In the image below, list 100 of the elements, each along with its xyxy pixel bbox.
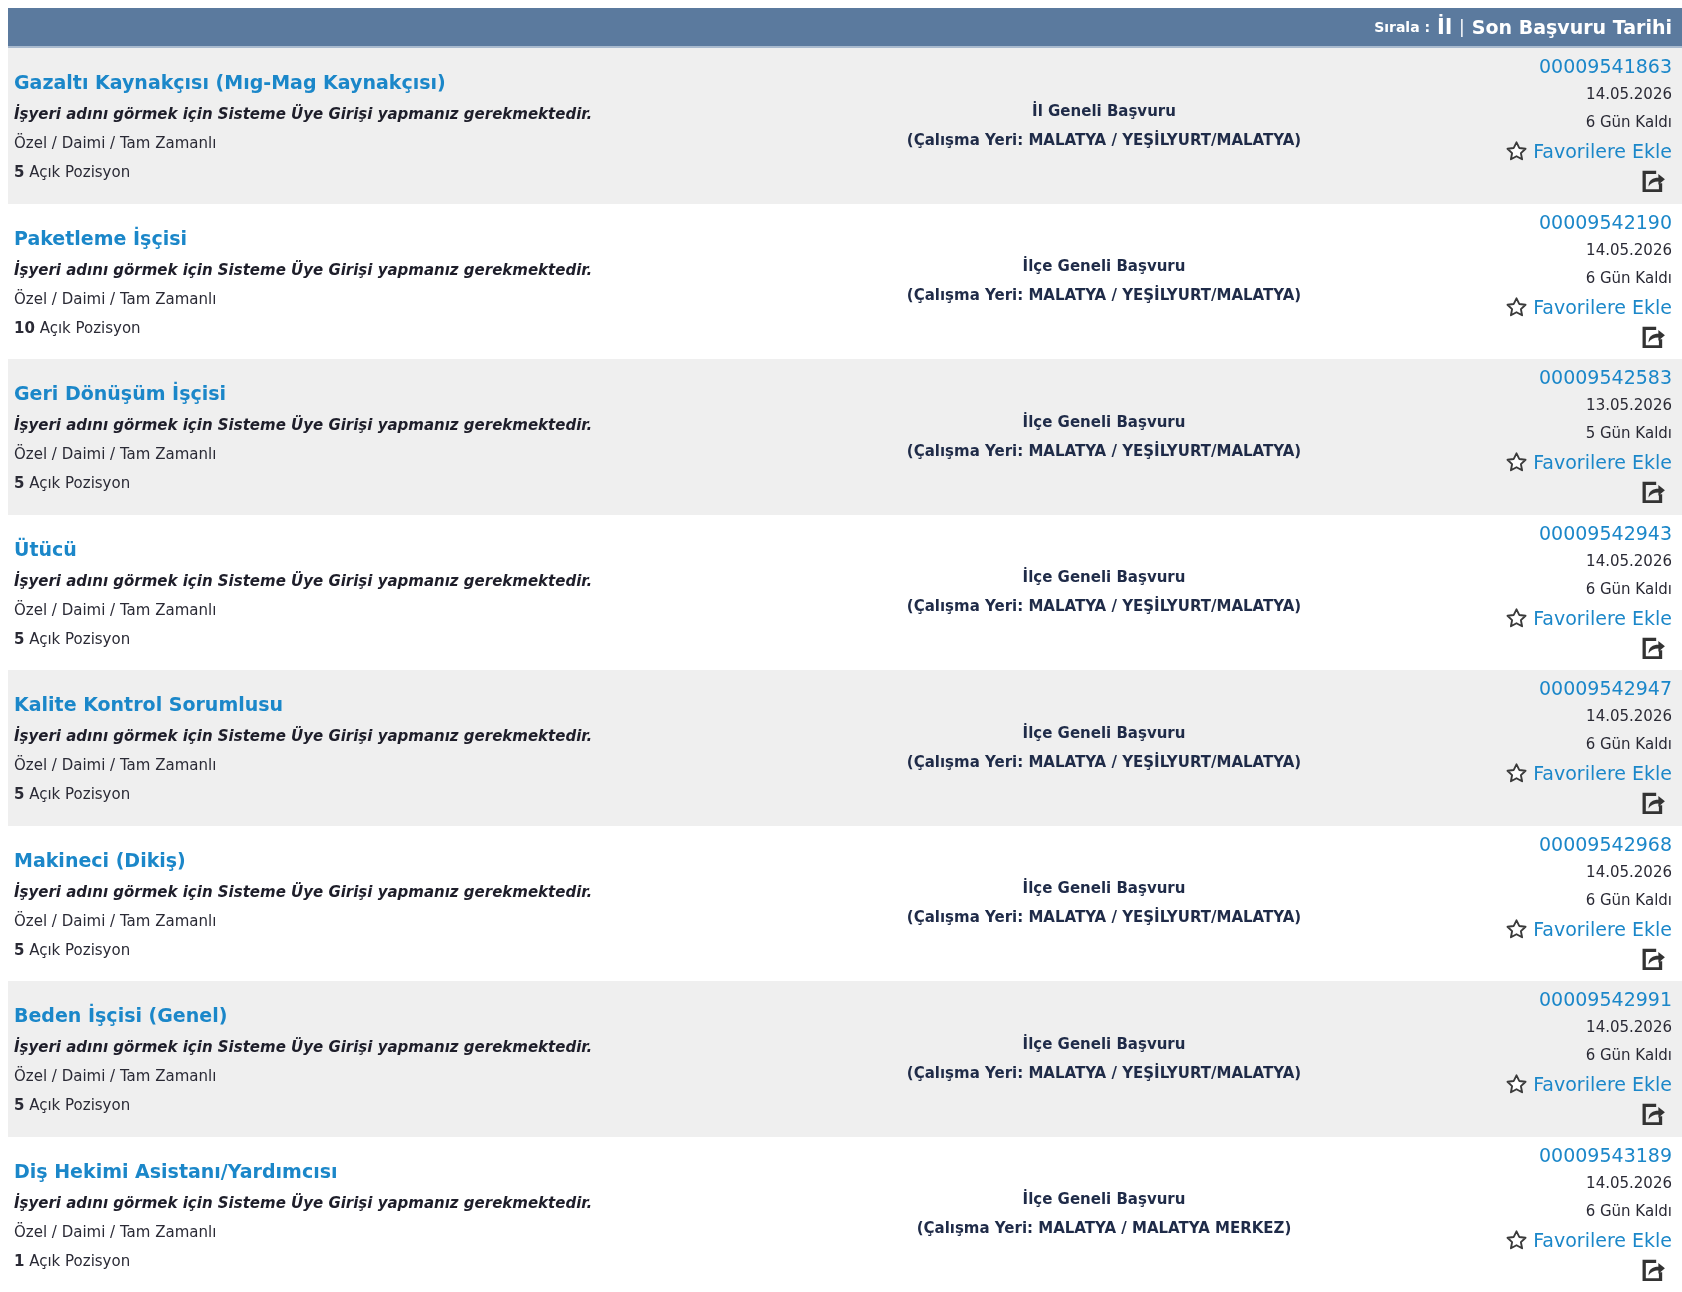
open-positions: 5 Açık Pozisyon: [14, 784, 131, 805]
job-title-link[interactable]: Beden İşçisi (Genel): [14, 997, 228, 1033]
open-positions: 5 Açık Pozisyon: [14, 628, 131, 650]
add-favorite-link[interactable]: Favorilere Ekle: [1533, 606, 1672, 629]
star-outline-icon[interactable]: [1506, 763, 1528, 783]
days-left: 5 Gün Kaldı: [1585, 423, 1672, 444]
job-title-link[interactable]: Kalite Kontrol Sorumlusu: [14, 686, 284, 722]
listing-number-link[interactable]: 00009542991: [1539, 985, 1672, 1013]
application-scope: İl Geneli Başvuru: [1032, 100, 1176, 122]
share-icon[interactable]: [1642, 481, 1666, 503]
application-scope: İlçe Geneli Başvuru: [1022, 1033, 1186, 1055]
deadline-date: 14.05.2026: [1586, 239, 1672, 261]
sort-label: Sırala :: [1374, 19, 1431, 35]
application-scope: İlçe Geneli Başvuru: [1022, 411, 1186, 433]
login-notice: İşyeri adını görmek için Sisteme Üye Girişi yapmanız gerekmektedir.: [14, 725, 593, 747]
deadline-date: 14.05.2026: [1586, 1017, 1672, 1038]
star-outline-icon[interactable]: [1506, 1229, 1528, 1250]
add-favorite-link[interactable]: Favorilere Ekle: [1533, 140, 1672, 162]
open-positions: 1 Açık Pozisyon: [14, 1250, 131, 1272]
workplace-text: (Çalışma Yeri: MALATYA / MALATYA MERKEZ): [916, 1218, 1292, 1240]
open-positions: 10 Açık Pozisyon: [14, 317, 141, 339]
days-left: 6 Gün Kaldı: [1585, 1200, 1672, 1222]
deadline-date: 14.05.2026: [1586, 1172, 1672, 1194]
login-notice: İşyeri adını görmek için Sisteme Üye Girişi yapmanız gerekmektedir.: [14, 1036, 593, 1058]
employment-type: Özel / Daimi / Tam Zamanlı: [14, 1065, 217, 1087]
sort-link[interactable]: Son Başvuru Tarihi: [1471, 16, 1672, 38]
star-outline-icon[interactable]: [1506, 296, 1528, 317]
listing-number-link[interactable]: 00009542968: [1539, 829, 1672, 858]
workplace-text: (Çalışma Yeri: MALATYA / YEŞİLYURT/MALATYA): [906, 440, 1302, 462]
workplace-text: (Çalışma Yeri: MALATYA / YEŞİLYURT/MALATYA): [906, 1062, 1302, 1084]
add-favorite-link[interactable]: Favorilere Ekle: [1533, 295, 1672, 318]
add-favorite-link[interactable]: Favorilere Ekle: [1533, 451, 1672, 473]
days-left: 6 Gün Kaldı: [1585, 1045, 1672, 1066]
star-outline-icon[interactable]: [1506, 918, 1528, 939]
share-icon[interactable]: [1642, 1103, 1666, 1125]
star-outline-icon[interactable]: [1506, 141, 1528, 161]
workplace-text: (Çalışma Yeri: MALATYA / YEŞİLYURT/MALATYA): [906, 595, 1302, 618]
application-scope: İlçe Geneli Başvuru: [1022, 877, 1186, 900]
sort-link[interactable]: İl: [1437, 15, 1453, 39]
deadline-date: 14.05.2026: [1586, 706, 1672, 727]
login-notice: İşyeri adını görmek için Sisteme Üye Girişi yapmanız gerekmektedir.: [14, 414, 593, 436]
application-scope: İlçe Geneli Başvuru: [1022, 722, 1186, 744]
workplace-text: (Çalışma Yeri: MALATYA / YEŞİLYURT/MALATYA): [906, 284, 1302, 307]
login-notice: İşyeri adını görmek için Sisteme Üye Girişi yapmanız gerekmektedir.: [14, 103, 593, 125]
deadline-date: 13.05.2026: [1586, 395, 1672, 416]
open-positions: 5 Açık Pozisyon: [14, 162, 131, 183]
days-left: 6 Gün Kaldı: [1585, 578, 1672, 600]
employment-type: Özel / Daimi / Tam Zamanlı: [14, 132, 217, 154]
job-title-link[interactable]: Gazaltı Kaynakçısı (Mıg-Mag Kaynakçısı): [14, 64, 446, 100]
application-scope: İlçe Geneli Başvuru: [1022, 255, 1186, 278]
share-icon[interactable]: [1642, 1258, 1666, 1281]
deadline-date: 14.05.2026: [1586, 861, 1672, 883]
workplace-text: (Çalışma Yeri: MALATYA / YEŞİLYURT/MALATYA): [906, 906, 1302, 929]
star-outline-icon[interactable]: [1506, 1074, 1528, 1094]
open-positions: 5 Açık Pozisyon: [14, 473, 131, 494]
listing-number-link[interactable]: 00009542943: [1539, 518, 1672, 547]
job-title-link[interactable]: Diş Hekimi Asistanı/Yardımcısı: [14, 1152, 338, 1189]
share-icon[interactable]: [1642, 947, 1666, 970]
application-scope: İlçe Geneli Başvuru: [1022, 1188, 1186, 1211]
star-outline-icon[interactable]: [1506, 452, 1528, 472]
days-left: 6 Gün Kaldı: [1585, 112, 1672, 133]
employment-type: Özel / Daimi / Tam Zamanlı: [14, 754, 217, 776]
days-left: 6 Gün Kaldı: [1585, 267, 1672, 289]
workplace-text: (Çalışma Yeri: MALATYA / YEŞİLYURT/MALATYA): [906, 751, 1302, 773]
job-title-link[interactable]: Ütücü: [14, 530, 77, 567]
workplace-text: (Çalışma Yeri: MALATYA / YEŞİLYURT/MALATYA): [906, 129, 1302, 151]
star-outline-icon[interactable]: [1506, 607, 1528, 628]
job-title-link[interactable]: Makineci (Dikiş): [14, 841, 186, 878]
add-favorite-link[interactable]: Favorilere Ekle: [1533, 762, 1672, 784]
application-scope: İlçe Geneli Başvuru: [1022, 566, 1186, 589]
login-notice: İşyeri adını görmek için Sisteme Üye Girişi yapmanız gerekmektedir.: [14, 570, 593, 592]
deadline-date: 14.05.2026: [1586, 550, 1672, 572]
listing-number-link[interactable]: 00009543189: [1539, 1140, 1672, 1169]
listing-number-link[interactable]: 00009542190: [1539, 207, 1672, 236]
deadline-date: 14.05.2026: [1586, 84, 1672, 105]
listing-number-link[interactable]: 00009541863: [1539, 52, 1672, 80]
employment-type: Özel / Daimi / Tam Zamanlı: [14, 910, 217, 932]
days-left: 6 Gün Kaldı: [1585, 889, 1672, 911]
separator-text: |: [1459, 17, 1465, 37]
share-icon[interactable]: [1642, 792, 1666, 814]
open-positions: 5 Açık Pozisyon: [14, 939, 131, 961]
add-favorite-link[interactable]: Favorilere Ekle: [1533, 917, 1672, 940]
add-favorite-link[interactable]: Favorilere Ekle: [1533, 1228, 1672, 1251]
add-favorite-link[interactable]: Favorilere Ekle: [1533, 1073, 1672, 1095]
listing-number-link[interactable]: 00009542947: [1539, 674, 1672, 702]
login-notice: İşyeri adını görmek için Sisteme Üye Girişi yapmanız gerekmektedir.: [14, 881, 593, 903]
share-icon[interactable]: [1642, 325, 1666, 348]
employment-type: Özel / Daimi / Tam Zamanlı: [14, 443, 217, 465]
share-icon[interactable]: [1642, 170, 1666, 192]
employment-type: Özel / Daimi / Tam Zamanlı: [14, 1221, 217, 1243]
open-positions: 5 Açık Pozisyon: [14, 1095, 131, 1116]
job-title-link[interactable]: Paketleme İşçisi: [14, 219, 187, 256]
share-icon[interactable]: [1642, 636, 1666, 659]
employment-type: Özel / Daimi / Tam Zamanlı: [14, 599, 217, 621]
days-left: 6 Gün Kaldı: [1585, 734, 1672, 755]
job-title-link[interactable]: Geri Dönüşüm İşçisi: [14, 375, 227, 411]
login-notice: İşyeri adını görmek için Sisteme Üye Girişi yapmanız gerekmektedir.: [14, 1192, 593, 1214]
listing-number-link[interactable]: 00009542583: [1539, 363, 1672, 391]
employment-type: Özel / Daimi / Tam Zamanlı: [14, 288, 217, 310]
login-notice: İşyeri adını görmek için Sisteme Üye Girişi yapmanız gerekmektedir.: [14, 259, 593, 281]
